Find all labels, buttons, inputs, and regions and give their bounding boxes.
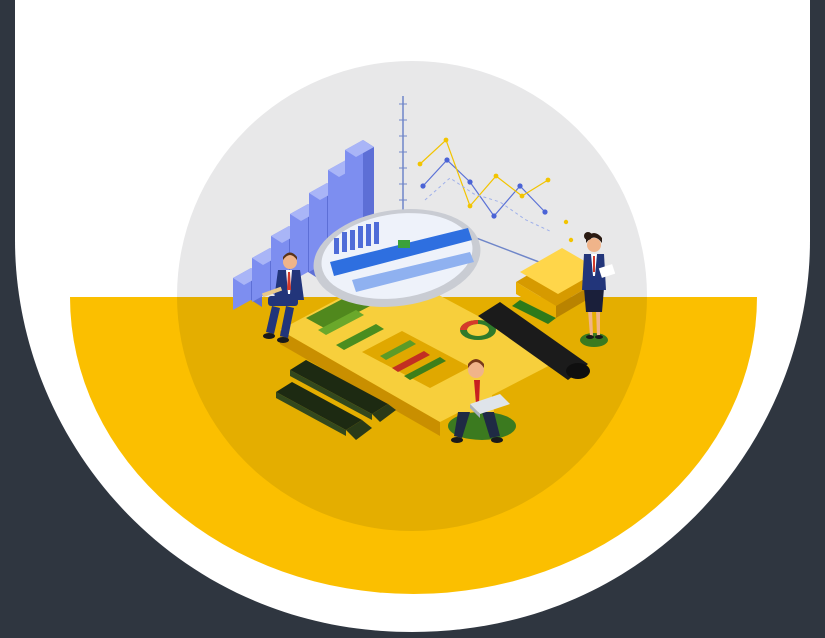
data-analysis-illustration <box>0 0 825 638</box>
stage <box>0 0 825 638</box>
